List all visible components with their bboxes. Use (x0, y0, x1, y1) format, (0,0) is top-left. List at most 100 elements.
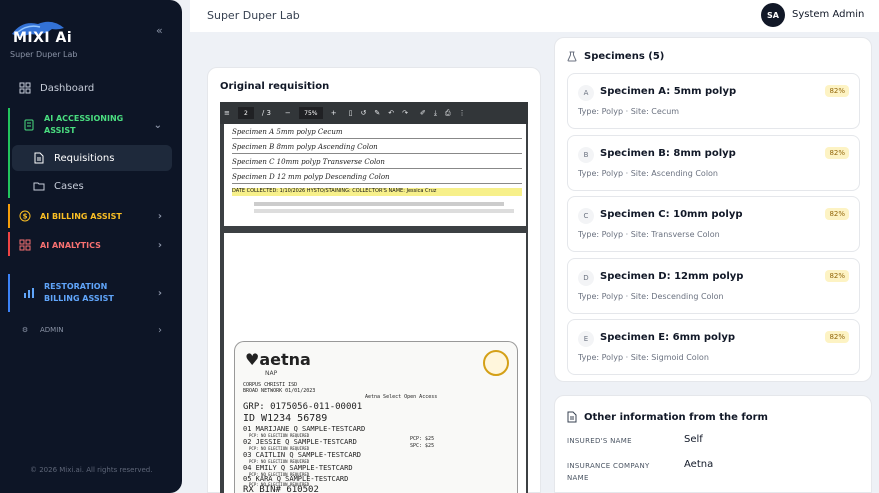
nav-requisitions[interactable]: Requisitions (12, 145, 172, 171)
nav-dashboard[interactable]: Dashboard (0, 80, 182, 96)
handwritten-line: Specimen C 10mm polyp Transverse Colon (232, 158, 522, 169)
chevron-right-icon: › (157, 239, 162, 251)
download-icon[interactable]: ⤓ (434, 109, 437, 118)
nav-ai-analytics-label: AI ANALYTICS (40, 240, 101, 250)
pdf-page-1: Specimen A 5mm polyp Cecum Specimen B 8m… (224, 124, 526, 226)
specimen-item[interactable]: B Specimen B: 8mm polyp 82% Type: Polyp … (567, 135, 860, 191)
nav-ai-billing-label: AI BILLING ASSIST (40, 211, 122, 221)
dashboard-grid-icon (18, 81, 32, 95)
zoom-in-button[interactable]: + (331, 109, 337, 117)
chevron-right-icon: › (157, 210, 162, 222)
pdf-viewer[interactable]: ≡ 2 / 3 − 75% + ▯ ↺ ✎ ↶ ↷ ✐ ⤓ ⎙ ⋮ Specim… (220, 102, 528, 493)
print-icon[interactable]: ⎙ (445, 109, 451, 118)
chevron-right-icon: › (158, 324, 162, 336)
page-number-input[interactable]: 2 (237, 107, 254, 119)
card-plan: NAP (265, 370, 278, 377)
accessioning-icon (22, 118, 36, 132)
document-icon (32, 151, 46, 165)
card-copay: SPC: $25 (410, 443, 435, 449)
zoom-input[interactable]: 75% (298, 107, 323, 119)
svg-text:$: $ (23, 213, 28, 221)
annotate-icon[interactable]: ✐ (420, 109, 426, 117)
date-collected-row: DATE COLLECTED: 1/10/2026 HYSTO/STAINING… (232, 188, 522, 196)
redo-icon[interactable]: ↷ (402, 109, 408, 117)
other-info-header: Other information from the form (567, 411, 768, 423)
specimens-title: Specimens (5) (584, 51, 665, 62)
specimen-meta: Type: Polyp · Site: Descending Colon (578, 292, 724, 301)
user-name[interactable]: System Admin (792, 9, 864, 20)
specimen-meta: Type: Polyp · Site: Ascending Colon (578, 169, 718, 178)
info-label: INSURED'S NAME (567, 437, 632, 445)
pdf-page-2: ♥aetna NAP CORPUS CHRISTI ISD BROAD NETW… (224, 233, 526, 493)
top-bar: Super Duper Lab SA System Admin (190, 0, 879, 32)
nav-ai-analytics[interactable]: AI ANALYTICS › (0, 237, 182, 253)
nav-cases[interactable]: Cases (12, 173, 172, 199)
rotate-icon[interactable]: ↺ (361, 109, 367, 117)
specimen-name: Specimen E: 6mm polyp (600, 332, 736, 343)
chevrons-left-icon: « (156, 24, 163, 37)
info-value: Self (684, 434, 703, 445)
nav-requisitions-label: Requisitions (54, 152, 115, 164)
specimen-letter: C (578, 208, 594, 224)
specimen-item[interactable]: C Specimen C: 10mm polyp 82% Type: Polyp… (567, 196, 860, 252)
specimen-item[interactable]: D Specimen D: 12mm polyp 82% Type: Polyp… (567, 258, 860, 314)
specimen-name: Specimen A: 5mm polyp (600, 86, 737, 97)
fit-page-icon[interactable]: ▯ (349, 109, 353, 117)
aetna-logo: ♥aetna (245, 350, 311, 369)
specimen-item[interactable]: A Specimen A: 5mm polyp 82% Type: Polyp … (567, 73, 860, 129)
specimen-letter: B (578, 147, 594, 163)
collapse-sidebar-button[interactable]: « (156, 24, 163, 37)
insurance-card-image: ♥aetna NAP CORPUS CHRISTI ISD BROAD NETW… (234, 341, 518, 493)
fine-print-block (254, 209, 514, 213)
undo-icon[interactable]: ↶ (388, 109, 394, 117)
analytics-grid-icon (18, 238, 32, 252)
specimen-meta: Type: Polyp · Site: Sigmoid Colon (578, 353, 709, 362)
specimen-letter: A (578, 85, 594, 101)
logo-text: MIXI Ai (13, 30, 73, 46)
draw-icon[interactable]: ✎ (374, 109, 380, 117)
flask-icon (567, 51, 577, 62)
confidence-badge: 82% (825, 331, 849, 343)
requisition-title: Original requisition (220, 81, 330, 92)
fine-print-block (254, 202, 504, 206)
menu-icon[interactable]: ≡ (224, 109, 230, 117)
dollar-icon: $ (18, 209, 32, 223)
confidence-badge: 82% (825, 208, 849, 220)
confidence-badge: 82% (825, 270, 849, 282)
card-copay: PCP: $25 (410, 436, 435, 442)
card-line: Aetna Select Open Access (365, 394, 438, 400)
pdf-toolbar: ≡ 2 / 3 − 75% + ▯ ↺ ✎ ↶ ↷ ✐ ⤓ ⎙ ⋮ (220, 102, 528, 124)
specimen-meta: Type: Polyp · Site: Transverse Colon (578, 230, 720, 239)
nav-ai-accessioning-label: AI ACCESSIONING ASSIST (44, 114, 124, 135)
sidebar-footer: © 2026 Mixi.ai. All rights reserved. (30, 466, 153, 474)
bar-chart-icon (22, 286, 36, 300)
info-value: Aetna (684, 459, 714, 470)
card-seal-icon (483, 350, 509, 376)
specimen-name: Specimen D: 12mm polyp (600, 271, 744, 282)
specimen-name: Specimen B: 8mm polyp (600, 148, 736, 159)
card-line: 04 EMILY Q SAMPLE-TESTCARD (243, 464, 353, 472)
handwritten-line: Specimen A 5mm polyp Cecum (232, 128, 522, 139)
user-avatar[interactable]: SA (761, 3, 785, 27)
nav-ai-accessioning[interactable]: AI ACCESSIONING ASSIST ⌄ (0, 112, 182, 138)
more-options-icon[interactable]: ⋮ (459, 109, 466, 117)
page-total: / 3 (261, 109, 271, 117)
nav-restoration-billing[interactable]: RESTORATION BILLING ASSIST › (0, 280, 182, 306)
zoom-out-button[interactable]: − (285, 109, 291, 117)
specimen-item[interactable]: E Specimen E: 6mm polyp 82% Type: Polyp … (567, 319, 860, 375)
info-label: INSURANCE COMPANY NAME (567, 462, 650, 482)
chevron-right-icon: › (157, 287, 162, 299)
card-line: 01 MARIJANE Q SAMPLE-TESTCARD (243, 425, 366, 433)
card-line: 02 JESSIE Q SAMPLE-TESTCARD (243, 438, 357, 446)
nav-ai-billing[interactable]: $ AI BILLING ASSIST › (0, 208, 182, 224)
gear-icon: ⚙ (21, 326, 29, 334)
nav-restoration-billing-label: RESTORATION BILLING ASSIST (44, 282, 114, 303)
logo-subtitle: Super Duper Lab (10, 50, 78, 59)
specimen-name: Specimen C: 10mm polyp (600, 209, 743, 220)
confidence-badge: 82% (825, 147, 849, 159)
card-group-number: GRP: 0175056-011-00001 (243, 402, 363, 412)
confidence-badge: 82% (825, 85, 849, 97)
other-info-card: Other information from the form INSURED'… (554, 395, 872, 493)
specimens-header: Specimens (5) (567, 51, 664, 62)
nav-admin[interactable]: ⚙ ADMIN › (0, 322, 182, 338)
